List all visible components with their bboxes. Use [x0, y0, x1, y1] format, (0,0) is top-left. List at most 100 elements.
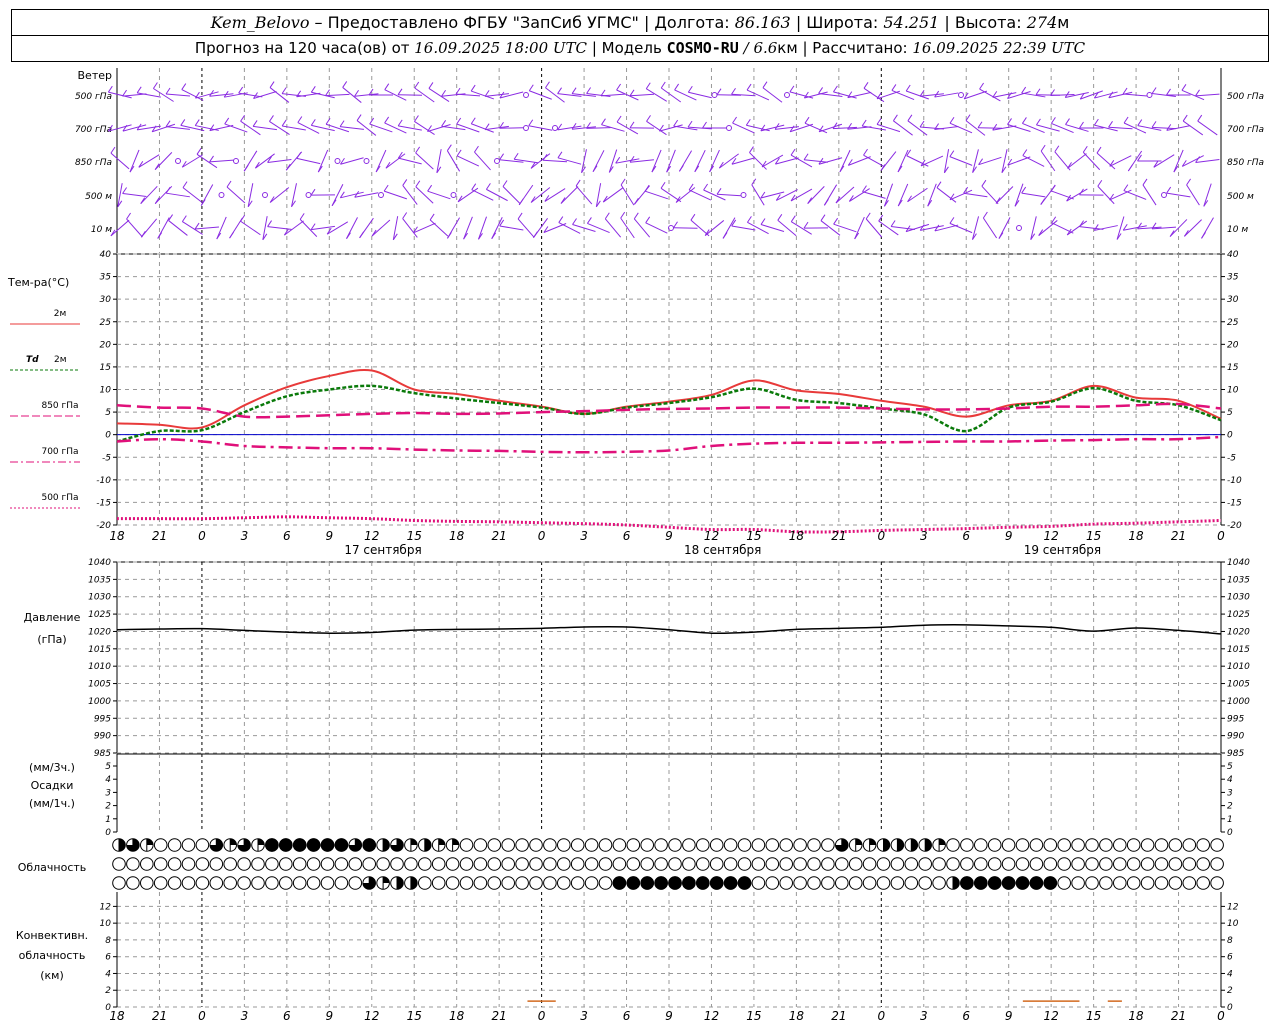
cloud-cover-circle — [751, 857, 766, 871]
wind-barb — [455, 93, 481, 97]
pressure-tick-label-right: 995 — [1227, 714, 1244, 724]
wind-barb — [891, 226, 915, 230]
wind-barb — [978, 156, 1002, 166]
wind-barb-flag — [861, 119, 867, 127]
wind-barb — [629, 93, 655, 97]
wind-barb-flag — [1123, 116, 1129, 124]
cloud-cover-circle — [960, 857, 974, 871]
temp-tick-label-right: -15 — [1227, 498, 1242, 508]
wind-barb — [485, 93, 509, 97]
cloud-cover-circle — [306, 857, 321, 871]
wind-barb-flag — [1181, 84, 1187, 91]
cloud-cover-circle — [320, 857, 335, 871]
wind-barb — [154, 152, 173, 170]
cloud-cover-fill — [292, 838, 307, 852]
hour-tick-label: 18 — [789, 529, 805, 543]
conv-tick-label-left: 12 — [100, 902, 112, 912]
cloud-cover-circle — [1196, 838, 1210, 852]
cloud-cover-circle — [626, 838, 641, 852]
wind-barb — [905, 223, 930, 233]
wind-barb — [317, 149, 329, 173]
wind-barb-flag — [891, 84, 897, 91]
wind-barb-flag — [502, 180, 508, 187]
wind-barb-flag — [977, 121, 983, 129]
wind-barb-flag — [1054, 145, 1060, 153]
conv-tick-label-right: 2 — [1227, 986, 1233, 996]
cloud-cover-fill — [974, 876, 988, 890]
wind-calm-circle — [711, 92, 718, 98]
cloud-cover-circle — [821, 876, 835, 890]
temp-tick-label-right: 35 — [1227, 273, 1239, 283]
wind-barb-flag — [557, 87, 562, 94]
cloud-cover-circle — [376, 857, 390, 871]
cloud-cover-circle — [473, 838, 488, 852]
wind-barb — [979, 88, 1001, 102]
hour-tick-label-bottom: 9 — [325, 1009, 333, 1023]
cloud-cover-circle — [1085, 857, 1099, 871]
cloud-cover-circle — [279, 876, 293, 890]
cloud-cover-circle — [265, 876, 279, 890]
wind-barb — [514, 158, 538, 164]
cloud-cover-circle — [418, 857, 432, 871]
pressure-tick-label-left: 1000 — [88, 697, 111, 707]
wind-barb — [529, 90, 552, 100]
cloud-cover-circle — [626, 857, 641, 871]
wind-barb-flag — [485, 183, 491, 190]
cloud-cover-circle — [320, 876, 335, 890]
cloud-cover-fill — [383, 876, 390, 883]
wind-barb-flag — [571, 122, 577, 130]
wind-barb-flag — [890, 220, 896, 227]
hour-tick-label-bottom: 6 — [283, 1009, 291, 1023]
conv-tick-label-left: 4 — [105, 969, 111, 979]
wind-barb — [1021, 192, 1046, 198]
wind-barb-flag — [122, 89, 127, 97]
wind-level-label: 10 м — [91, 225, 112, 235]
pressure-tick-label-right: 985 — [1227, 749, 1244, 759]
hour-tick-label: 0 — [538, 529, 546, 543]
temp-tick-label-right: 10 — [1227, 386, 1239, 396]
wind-barb-flag — [533, 231, 538, 238]
cloud-cover-circle — [487, 857, 502, 871]
temp-tick-label-left: 0 — [105, 431, 111, 441]
wind-barb-flag — [267, 220, 273, 227]
cloud-cover-fill — [869, 838, 876, 845]
cloud-cover-circle — [779, 838, 794, 852]
cloud-cover-circle — [1001, 857, 1016, 871]
cloud-cover-circle — [835, 876, 849, 890]
cloud-cover-circle — [807, 857, 821, 871]
cloud-cover-circle — [584, 876, 599, 890]
wind-barb-flag — [339, 120, 345, 127]
temp-legend-label: 700 гПа — [41, 447, 78, 457]
wind-calm-circle — [305, 192, 312, 198]
temp-tick-label-left: 30 — [100, 295, 112, 305]
wind-barb — [297, 122, 320, 134]
wind-barb-flag — [471, 183, 477, 190]
cloud-cover-circle — [946, 857, 960, 871]
hour-tick-label: 12 — [1044, 529, 1059, 543]
cloud-cover-circle — [501, 876, 516, 890]
cloud-cover-circle — [1043, 857, 1058, 871]
hour-tick-label-bottom: 0 — [538, 1009, 546, 1023]
pressure-tick-label-right: 990 — [1227, 732, 1244, 742]
wind-barb-flag — [949, 116, 955, 124]
wind-barb — [1051, 222, 1074, 234]
wind-barb — [1022, 155, 1045, 167]
wind-barb-flag — [616, 83, 622, 91]
precip-ylabel-1: (мм/3ч.) — [29, 761, 75, 774]
wind-barb-flag — [441, 89, 446, 97]
cloud-cover-circle — [640, 838, 655, 852]
wind-barb — [1051, 122, 1074, 134]
cloud-cover-circle — [598, 838, 613, 852]
wind-barb-flag — [716, 188, 722, 195]
cloud-cover-circle — [1182, 838, 1197, 852]
wind-barb-flag — [892, 114, 898, 122]
cloud-cover-circle — [167, 857, 182, 871]
cloud-cover-fill — [654, 876, 668, 890]
wind-barb-flag — [645, 82, 651, 90]
wind-barb-flag — [252, 120, 258, 127]
wind-barb — [385, 153, 406, 169]
wind-barb-flag — [687, 120, 693, 128]
hour-tick-label-bottom: 12 — [1044, 1009, 1059, 1023]
cloud-cover-circle — [1126, 876, 1141, 890]
wind-barb-flag — [427, 184, 433, 192]
